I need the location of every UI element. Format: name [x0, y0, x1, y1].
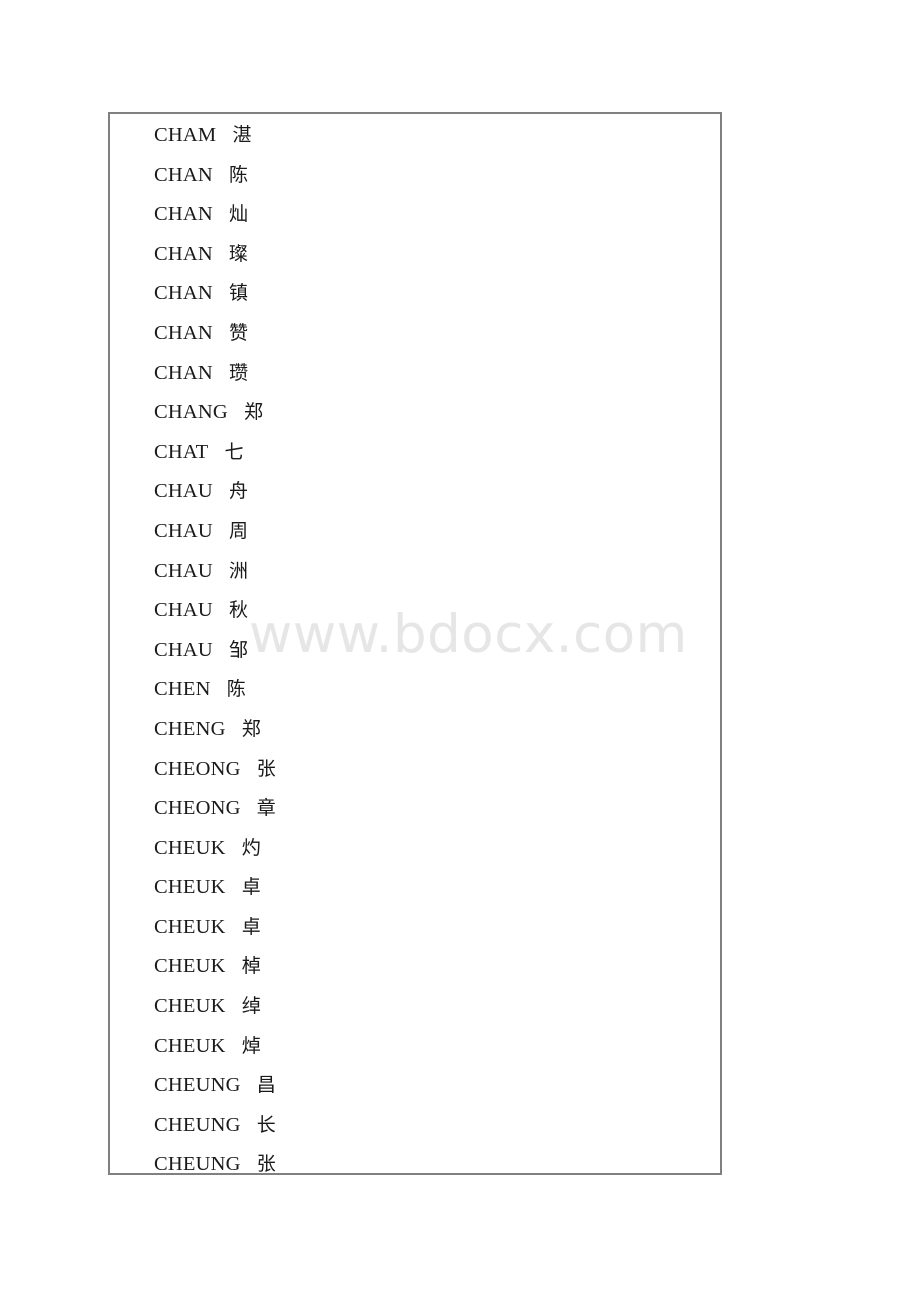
- table-row: CHAN 灿: [110, 195, 720, 235]
- chinese-character: 昌: [256, 1074, 276, 1097]
- table-row: CHAU 舟: [110, 472, 720, 512]
- romanization-name-table: CHAM 湛 CHAN 陈 CHAN 灿 CHAN 璨 CHAN 镇 CHAN 赞 CHAN 瓒 CHANG…: [108, 112, 722, 1175]
- romanized-surname: CHAN: [154, 282, 213, 305]
- table-row: CHAU 秋: [110, 591, 720, 631]
- chinese-character: 焯: [241, 1034, 261, 1057]
- romanized-surname: CHAU: [154, 638, 213, 661]
- table-row: CHAU 洲: [110, 552, 720, 592]
- romanized-surname: CHEUNG: [154, 1153, 241, 1176]
- chinese-character: 舟: [229, 480, 249, 503]
- romanized-surname: CHEUNG: [154, 1113, 241, 1136]
- romanized-surname: CHEUK: [154, 955, 226, 978]
- romanized-surname: CHAN: [154, 163, 213, 186]
- chinese-character: 瓒: [229, 361, 249, 384]
- chinese-character: 秋: [229, 599, 249, 622]
- chinese-character: 洲: [229, 559, 249, 582]
- table-row: CHEUNG 长: [110, 1106, 720, 1146]
- romanized-surname: CHEN: [154, 678, 211, 701]
- chinese-character: 长: [256, 1113, 276, 1136]
- romanized-surname: CHEUK: [154, 915, 226, 938]
- romanized-surname: CHEUK: [154, 1034, 226, 1057]
- romanized-surname: CHEUK: [154, 876, 226, 899]
- chinese-character: 赞: [229, 321, 249, 344]
- chinese-character: 灿: [229, 203, 249, 226]
- chinese-character: 郑: [244, 401, 264, 424]
- table-row: CHANG 郑: [110, 393, 720, 433]
- romanized-surname: CHEONG: [154, 757, 241, 780]
- table-row: CHAN 陈: [110, 156, 720, 196]
- table-row: CHEUK 卓: [110, 868, 720, 908]
- chinese-character: 绰: [241, 995, 261, 1018]
- romanized-surname: CHAU: [154, 559, 213, 582]
- chinese-character: 卓: [241, 915, 261, 938]
- romanized-surname: CHEONG: [154, 797, 241, 820]
- table-row: CHAM 湛: [110, 116, 720, 156]
- chinese-character: 周: [229, 519, 249, 542]
- table-row: CHEUK 绰: [110, 987, 720, 1027]
- chinese-character: 郑: [241, 717, 261, 740]
- name-row-list: CHAM 湛 CHAN 陈 CHAN 灿 CHAN 璨 CHAN 镇 CHAN 赞 CHAN 瓒 CHANG…: [110, 114, 720, 1185]
- chinese-character: 棹: [241, 955, 261, 978]
- table-row: CHAN 瓒: [110, 354, 720, 394]
- romanized-surname: CHAN: [154, 321, 213, 344]
- romanized-surname: CHEUNG: [154, 1074, 241, 1097]
- table-row: CHEN 陈: [110, 670, 720, 710]
- table-row: CHAN 璨: [110, 235, 720, 275]
- table-row: CHEONG 章: [110, 789, 720, 829]
- chinese-character: 湛: [232, 124, 252, 146]
- chinese-character: 张: [256, 1153, 276, 1176]
- table-row: CHAU 周: [110, 512, 720, 552]
- romanized-surname: CHAM: [154, 124, 217, 146]
- table-row: CHEUNG 张: [110, 1145, 720, 1185]
- chinese-character: 璨: [229, 242, 249, 265]
- table-row: CHEUK 灼: [110, 829, 720, 869]
- romanized-surname: CHEUK: [154, 995, 226, 1018]
- romanized-surname: CHAU: [154, 519, 213, 542]
- table-row: CHENG 郑: [110, 710, 720, 750]
- romanized-surname: CHAN: [154, 203, 213, 226]
- chinese-character: 镇: [229, 282, 249, 305]
- table-row: CHAT 七: [110, 433, 720, 473]
- romanized-surname: CHENG: [154, 717, 226, 740]
- chinese-character: 卓: [241, 876, 261, 899]
- chinese-character: 灼: [241, 836, 261, 859]
- table-row: CHEUK 焯: [110, 1027, 720, 1067]
- chinese-character: 邹: [229, 638, 249, 661]
- table-row: CHEONG 张: [110, 750, 720, 790]
- chinese-character: 章: [256, 797, 276, 820]
- chinese-character: 陈: [229, 163, 249, 186]
- romanized-surname: CHANG: [154, 401, 228, 424]
- table-row: CHAN 镇: [110, 274, 720, 314]
- table-row: CHEUK 棹: [110, 947, 720, 987]
- romanized-surname: CHEUK: [154, 836, 226, 859]
- chinese-character: 陈: [226, 678, 246, 701]
- table-row: CHEUNG 昌: [110, 1066, 720, 1106]
- romanized-surname: CHAN: [154, 361, 213, 384]
- table-row: CHEUK 卓: [110, 908, 720, 948]
- romanized-surname: CHAN: [154, 242, 213, 265]
- table-row: CHAU 邹: [110, 631, 720, 671]
- chinese-character: 七: [224, 440, 244, 463]
- romanized-surname: CHAU: [154, 599, 213, 622]
- romanized-surname: CHAU: [154, 480, 213, 503]
- chinese-character: 张: [256, 757, 276, 780]
- table-row: CHAN 赞: [110, 314, 720, 354]
- romanized-surname: CHAT: [154, 440, 209, 463]
